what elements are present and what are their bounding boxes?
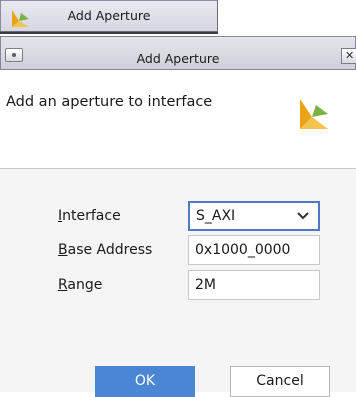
chevron-down-icon [297, 212, 309, 220]
base-address-field[interactable]: 0x1000_0000 [188, 235, 320, 265]
interface-label: Interface [58, 208, 121, 224]
dialog-header: Add an aperture to interface [0, 70, 356, 169]
interface-label-text: nterface [62, 208, 121, 224]
interface-select-value: S_AXI [196, 208, 236, 224]
header-text: Add an aperture to interface [6, 94, 213, 110]
taskbar-label: Add Aperture [67, 8, 151, 23]
range-label: Range [58, 277, 102, 293]
taskbar-underline [0, 32, 218, 34]
base-address-label-mnemonic: B [58, 242, 68, 258]
close-icon: ✕ [345, 49, 355, 62]
range-label-text: ange [67, 277, 103, 293]
taskbar-button[interactable]: Add Aperture [0, 0, 218, 32]
add-aperture-dialog: Add Aperture ✕ Add an aperture to interf… [0, 36, 356, 397]
range-value: 2M [195, 277, 216, 293]
base-address-label: Base Address [58, 242, 152, 258]
form-area: Interface S_AXI Base Address 0x1000_0000… [0, 169, 356, 397]
base-address-value: 0x1000_0000 [195, 242, 291, 258]
vivado-logo-icon [300, 99, 328, 129]
dialog-title: Add Aperture [136, 51, 220, 66]
base-address-label-text: ase Address [67, 242, 153, 258]
dialog-titlebar[interactable]: Add Aperture ✕ [0, 36, 356, 70]
cancel-button[interactable]: Cancel [230, 366, 330, 397]
range-field[interactable]: 2M [188, 270, 320, 300]
interface-select[interactable]: S_AXI [188, 201, 320, 231]
ok-button[interactable]: OK [95, 366, 195, 397]
range-label-mnemonic: R [58, 277, 68, 293]
close-button[interactable]: ✕ [341, 48, 356, 64]
